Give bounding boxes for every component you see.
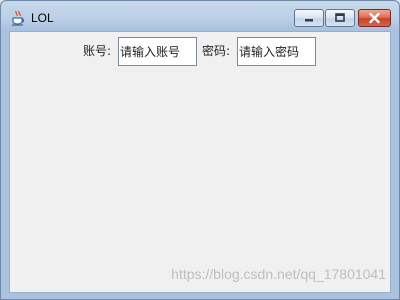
maximize-button[interactable] <box>325 9 355 27</box>
account-input[interactable] <box>118 37 197 66</box>
password-label: 密码: <box>202 44 231 58</box>
app-window: LOL 账号: 密码: https://blog.csdn.net/qq_178… <box>0 0 400 300</box>
watermark: https://blog.csdn.net/qq_17801041 <box>171 266 386 282</box>
window-title: LOL <box>31 11 54 25</box>
minimize-button[interactable] <box>294 9 324 27</box>
close-button[interactable] <box>358 9 391 27</box>
maximize-icon <box>335 13 345 22</box>
account-label: 账号: <box>83 44 112 58</box>
title-bar[interactable]: LOL <box>1 1 399 31</box>
password-input[interactable] <box>237 37 316 66</box>
minimize-icon <box>305 19 313 22</box>
content-panel: 账号: 密码: https://blog.csdn.net/qq_1780104… <box>9 31 391 293</box>
close-icon <box>369 12 380 24</box>
java-coffee-cup-icon[interactable] <box>10 10 26 26</box>
